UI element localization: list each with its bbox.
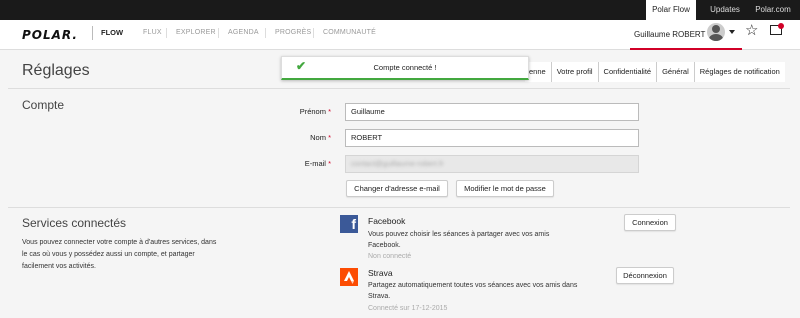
services-description: Vous pouvez connecter votre compte à d'a… [22,239,217,270]
tab-general[interactable]: Général [656,62,694,82]
topbar-link-updates[interactable]: Updates [704,0,746,20]
facebook-icon: f [340,215,358,233]
change-email-button[interactable]: Changer d'adresse e-mail [346,180,448,197]
services-section-title: Services connectés [22,216,127,230]
flow-label: FLOW [92,26,123,40]
user-active-underline [630,48,742,50]
nav-item-communaute[interactable]: COMMUNAUTÉ [323,26,376,40]
email-field: contact@guillaume-robert.fr [345,155,639,173]
facebook-name: Facebook [368,216,406,226]
strava-name: Strava [368,268,393,278]
first-name-label: Prénom * [299,107,331,116]
page-title: Réglages [22,62,90,79]
chevron-down-icon[interactable] [729,30,735,34]
strava-description: Partagez automatiquement toutes vos séan… [368,282,578,300]
toast-message: Compte connecté ! [373,63,437,72]
divider [8,88,790,89]
nav-separator [265,28,266,38]
nav-item-explorer[interactable]: EXPLORER [176,26,216,40]
nav-separator [313,28,314,38]
facebook-description: Vous pouvez choisir les séances à partag… [368,231,550,249]
email-value: contact@guillaume-robert.fr [351,159,444,168]
last-name-field[interactable]: ROBERT [345,129,639,147]
divider [8,207,790,208]
main-nav: POLAR. FLOW FLUX EXPLORER AGENDA PROGRÈS… [0,20,800,50]
tab-confidentialite[interactable]: Confidentialité [597,62,657,82]
avatar[interactable] [707,23,725,41]
last-name-label: Nom * [310,133,331,142]
change-password-button[interactable]: Modifier le mot de passe [456,180,554,197]
user-name[interactable]: Guillaume ROBERT [634,30,705,39]
top-strip: Polar Flow Updates Polar.com [0,0,800,20]
strava-icon [340,268,358,286]
nav-item-agenda[interactable]: AGENDA [228,26,259,40]
email-label: E-mail * [304,159,331,168]
settings-tabs: enne Votre profil Confidentialité Généra… [525,62,785,82]
tab-votre-profil[interactable]: Votre profil [550,62,598,82]
strava-status: Connecté sur 17-12-2015 [368,305,448,312]
success-toast: ✔ Compte connecté ! [281,56,529,80]
topbar-link-polar-com[interactable]: Polar.com [752,0,794,20]
first-name-field[interactable]: Guillaume [345,103,639,121]
facebook-status: Non connecté [368,253,412,260]
account-section-title: Compte [22,98,65,112]
nav-separator [218,28,219,38]
nav-separator [166,28,167,38]
polar-logo[interactable]: POLAR. [22,28,78,42]
nav-item-progres[interactable]: PROGRÈS [275,26,311,40]
topbar-link-polar-flow[interactable]: Polar Flow [646,0,696,20]
star-icon[interactable]: ☆ [745,23,758,38]
nav-item-flux[interactable]: FLUX [143,26,162,40]
notification-dot [778,23,784,29]
facebook-connect-button[interactable]: Connexion [624,214,676,231]
tab-reglages-notification[interactable]: Réglages de notification [693,62,785,82]
strava-disconnect-button[interactable]: Déconnexion [616,267,674,284]
